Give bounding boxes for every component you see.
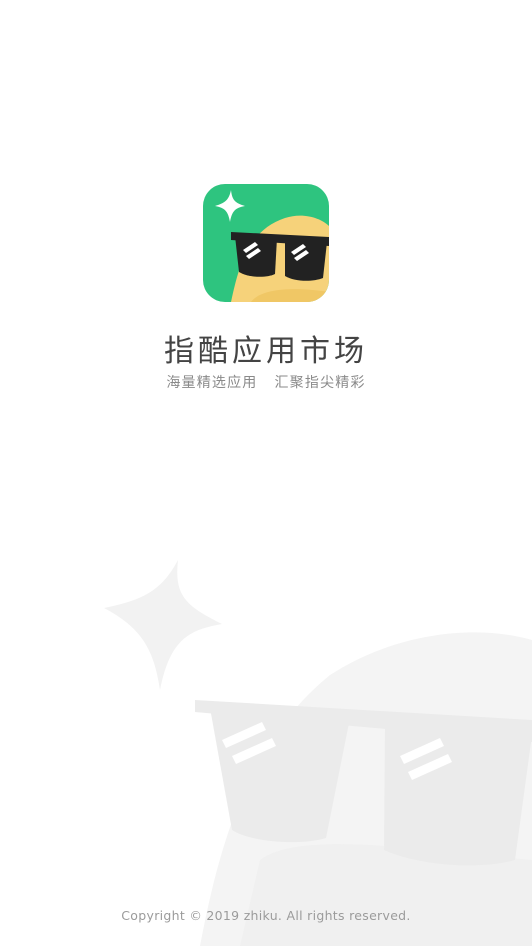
sunglasses-watermark — [104, 560, 532, 946]
copyright-text: Copyright © 2019 zhiku. All rights reser… — [121, 908, 411, 923]
watermark-sparkle-icon — [104, 560, 222, 690]
app-name: 指酷应用市场 — [164, 334, 368, 369]
splash-screen: 指酷应用市场 海量精选应用 汇聚指尖精彩 Copyright © 2019 zh… — [0, 0, 532, 946]
app-logo-icon — [203, 184, 329, 302]
glasses-left-lens — [235, 236, 277, 277]
glasses-right-lens — [285, 239, 327, 281]
app-slogan: 海量精选应用 汇聚指尖精彩 — [166, 375, 366, 391]
